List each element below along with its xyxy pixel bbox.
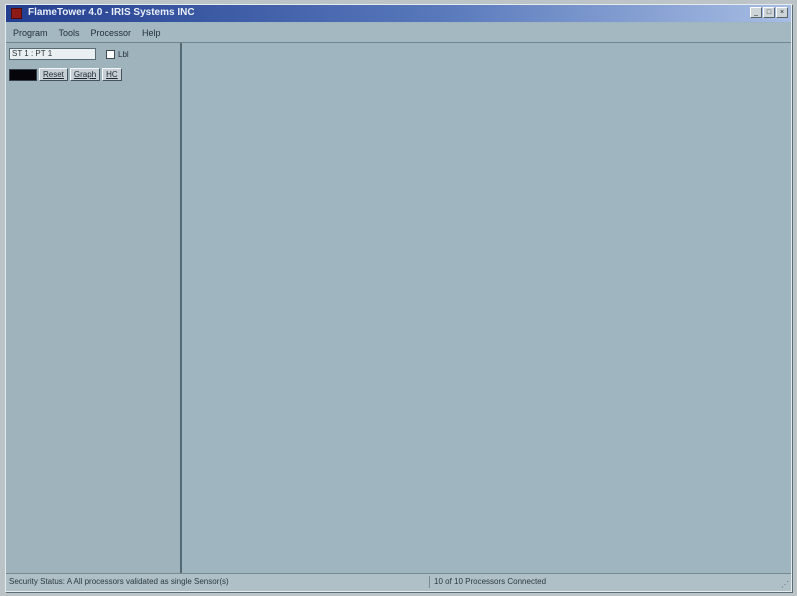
main-workspace[interactable] xyxy=(182,43,791,574)
menu-help[interactable]: Help xyxy=(137,27,166,39)
window-title: FlameTower 4.0 - IRIS Systems INC xyxy=(28,7,195,18)
status-bar: Security Status: A All processors valida… xyxy=(6,573,791,591)
label-checkbox[interactable] xyxy=(106,49,115,59)
label-checkbox-label: Lbl xyxy=(118,49,129,59)
resize-grip-icon[interactable]: ⋰ xyxy=(781,580,789,589)
hc-button[interactable]: HC xyxy=(102,68,122,81)
sidebar-panel: ST 1 : PT 1 Lbl Reset Graph HC xyxy=(6,43,182,574)
window-controls: _ □ × xyxy=(750,7,788,18)
reset-button[interactable]: Reset xyxy=(39,68,68,81)
menu-processor[interactable]: Processor xyxy=(86,27,137,39)
close-button[interactable]: × xyxy=(776,7,788,18)
graph-button[interactable]: Graph xyxy=(69,68,101,81)
menu-bar: Program Tools Processor Help xyxy=(6,23,791,43)
title-bar[interactable]: FlameTower 4.0 - IRIS Systems INC _ □ × xyxy=(6,5,791,22)
app-window: FlameTower 4.0 - IRIS Systems INC _ □ × … xyxy=(5,4,792,592)
maximize-button[interactable]: □ xyxy=(763,7,775,18)
app-icon[interactable] xyxy=(11,8,22,19)
point-selector[interactable]: ST 1 : PT 1 xyxy=(9,48,96,60)
menu-tools[interactable]: Tools xyxy=(54,27,85,39)
menu-program[interactable]: Program xyxy=(8,27,53,39)
processor-status: 10 of 10 Processors Connected xyxy=(429,576,734,588)
minimize-button[interactable]: _ xyxy=(750,7,762,18)
color-swatch[interactable] xyxy=(9,68,37,81)
sidebar-controls-row: ST 1 : PT 1 Lbl xyxy=(9,48,129,60)
sidebar-buttons-row: Reset Graph HC xyxy=(9,68,122,81)
security-status: Security Status: A All processors valida… xyxy=(9,577,229,586)
